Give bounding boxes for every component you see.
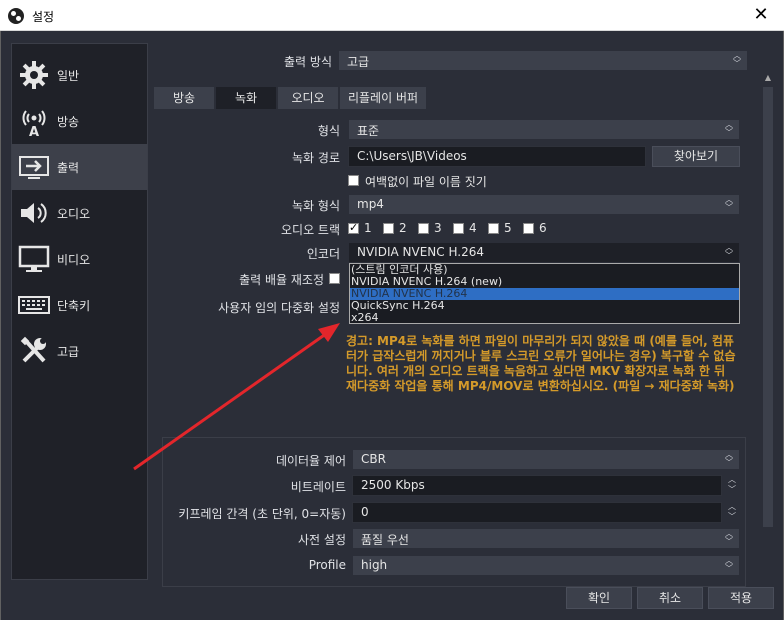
audio-track-6-label: 6 [539,221,547,235]
speaker-icon [21,203,47,223]
type-label: 형식 [317,124,340,138]
gear-icon [20,61,48,89]
bitrate-label: 비트레이트 [290,480,346,494]
audio-track-6-checkbox[interactable] [523,223,534,234]
audio-track-5-checkbox[interactable] [488,223,499,234]
apply-button[interactable]: 적용 [708,587,774,609]
sidebar-item-label: 비디오 [57,253,91,267]
rate-control-value: CBR [361,452,386,466]
sidebar-item-label: 일반 [57,69,80,83]
scroll-thumb[interactable] [763,87,773,527]
audio-track-2-checkbox[interactable] [383,223,394,234]
keyframe-stepper-icon[interactable]: ︿ ﹀ [724,502,740,523]
vertical-scrollbar[interactable]: ▲ ▼ [761,73,775,612]
type-select[interactable]: 표준 ︿ ﹀ [348,119,740,140]
sidebar: 일반 A 방송 출력 오디오 비디오 단축키 고급 [11,43,148,580]
audio-track-4-label: 4 [469,221,477,235]
sidebar-item-video[interactable]: 비디오 [12,236,147,282]
sidebar-item-label: 고급 [57,345,80,359]
rescale-output-checkbox[interactable] [329,273,340,284]
recording-format-value: mp4 [357,197,384,211]
sidebar-item-label: 오디오 [57,207,91,221]
bitrate-spinbox[interactable]: 2500 Kbps [352,475,722,496]
bitrate-stepper-icon[interactable]: ︿ ﹀ [724,475,740,496]
encoder-label: 인코더 [306,247,340,261]
preset-label: 사전 설정 [298,533,346,547]
type-value: 표준 [357,124,380,138]
preset-value: 품질 우선 [361,533,409,547]
obs-logo-icon [8,8,24,24]
mp4-warning-text: 경고: MP4로 녹화를 하면 파일이 마무리가 되지 않았을 때 (예를 들어… [346,334,736,393]
sidebar-item-hotkeys[interactable]: 단축키 [12,282,147,328]
tab-audio[interactable]: 오디오 [278,87,338,109]
keyboard-icon [18,296,50,314]
audio-track-1-label: 1 [364,221,372,235]
cancel-button[interactable]: 취소 [637,587,703,609]
audio-track-3-label: 3 [434,221,442,235]
encoder-value: NVIDIA NVENC H.264 [357,245,484,259]
updown-arrows-icon: ︿ ﹀ [725,556,733,573]
audio-track-5-label: 5 [504,221,512,235]
recording-path-field[interactable]: C:\Users\JB\Videos [348,146,646,167]
audio-track-label: 오디오 트랙 [280,223,340,237]
encoder-dropdown-list[interactable]: (스트림 인코더 사용) NVIDIA NVENC H.264 (new) NV… [349,263,740,324]
updown-arrows-icon: ︿ ﹀ [725,243,733,260]
updown-arrows-icon: ︿ ﹀ [725,120,733,137]
audio-track-4-checkbox[interactable] [453,223,464,234]
tools-icon [20,336,46,363]
output-mode-label: 출력 방식 [284,55,332,69]
output-mode-select[interactable]: 고급 ︿ ﹀ [338,50,748,71]
updown-arrows-icon: ︿ ﹀ [725,450,733,467]
recording-format-select[interactable]: mp4 ︿ ﹀ [348,194,740,215]
profile-value: high [361,558,388,572]
rate-control-select[interactable]: CBR ︿ ﹀ [352,449,740,470]
sidebar-item-stream[interactable]: A 방송 [12,98,147,144]
sidebar-item-output[interactable]: 출력 [12,144,147,190]
sidebar-item-label: 출력 [57,161,80,175]
sidebar-item-label: 단축키 [57,299,91,313]
audio-track-1-checkbox[interactable] [348,221,359,234]
title-bar: 설정 ✕ [0,0,784,31]
preset-select[interactable]: 품질 우선 ︿ ﹀ [352,528,740,549]
keyframe-interval-label: 키프레임 간격 (초 단위, 0=자동) [178,507,346,521]
scroll-up-icon[interactable]: ▲ [761,73,775,85]
tab-recording[interactable]: 녹화 [216,87,276,109]
updown-arrows-icon: ︿ ﹀ [725,195,733,212]
audio-track-3-checkbox[interactable] [418,223,429,234]
profile-label: Profile [308,558,346,572]
close-button[interactable]: ✕ [738,0,784,31]
tab-replay-buffer[interactable]: 리플레이 버퍼 [340,87,426,109]
sidebar-item-label: 방송 [57,115,80,129]
output-mode-value: 고급 [347,55,370,69]
monitor-icon [18,245,50,272]
broadcast-icon: A [22,110,46,137]
audio-track-2-label: 2 [399,221,407,235]
profile-select[interactable]: high ︿ ﹀ [352,555,740,576]
updown-arrows-icon: ︿ ﹀ [733,51,741,68]
keyframe-interval-spinbox[interactable]: 0 [352,502,722,523]
no-space-filename-label: 여백없이 파일 이름 짓기 [365,175,487,189]
svg-text:A: A [29,125,39,137]
rescale-output-label: 출력 배율 재조정 [239,273,324,287]
tab-stream[interactable]: 방송 [154,87,214,109]
window-title: 설정 [32,10,55,24]
custom-muxer-label: 사용자 임의 다중화 설정 [218,301,340,315]
recording-path-label: 녹화 경로 [292,151,340,165]
browse-button[interactable]: 찾아보기 [652,146,740,167]
sidebar-item-general[interactable]: 일반 [12,52,147,98]
sidebar-item-audio[interactable]: 오디오 [12,190,147,236]
rate-control-label: 데이터율 제어 [275,454,346,468]
updown-arrows-icon: ︿ ﹀ [725,529,733,546]
no-space-filename-checkbox[interactable] [348,175,359,186]
encoder-option[interactable]: x264 [350,312,739,324]
ok-button[interactable]: 확인 [566,587,632,609]
output-icon [19,156,49,179]
encoder-option[interactable]: QuickSync H.264 [350,300,739,312]
encoder-select[interactable]: NVIDIA NVENC H.264 ︿ ﹀ [348,242,740,263]
recording-format-label: 녹화 형식 [292,199,340,213]
sidebar-item-advanced[interactable]: 고급 [12,328,147,374]
